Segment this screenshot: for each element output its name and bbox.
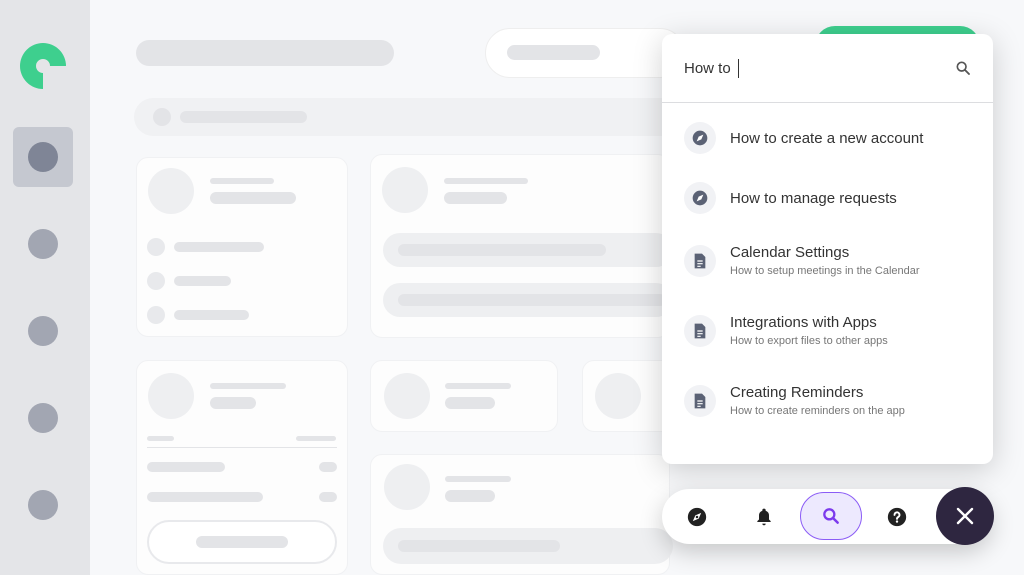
result-title: How to create a new account [730,129,924,147]
search-result-item[interactable]: Calendar Settings How to setup meetings i… [684,244,920,277]
result-subtitle: How to setup meetings in the Calendar [730,265,920,277]
compass-icon [684,122,716,154]
help-button[interactable] [880,489,914,544]
explore-button[interactable] [680,489,714,544]
text-cursor [738,59,739,78]
search-result-item[interactable]: Creating Reminders How to create reminder… [684,384,905,417]
bell-icon [757,508,771,525]
app-logo [20,43,66,89]
search-result-item[interactable]: Integrations with Apps How to export file… [684,314,888,347]
search-input-value[interactable]: How to [684,60,731,77]
close-button[interactable] [936,487,994,545]
sidebar-item-4[interactable] [28,403,58,433]
document-icon [684,384,716,417]
result-title: How to manage requests [730,189,897,207]
search-icon [823,508,839,524]
result-title: Integrations with Apps [730,314,877,331]
notifications-button[interactable] [747,489,781,544]
result-title: Creating Reminders [730,384,864,401]
sidebar-item-5[interactable] [28,490,58,520]
result-subtitle: How to export files to other apps [730,335,888,347]
search-result-item[interactable]: How to create a new account [684,122,923,154]
sidebar-item-1[interactable] [28,142,58,172]
help-icon [887,507,907,526]
search-tab-button[interactable] [800,492,862,540]
document-icon [684,244,716,277]
document-icon [684,314,716,347]
sidebar [0,0,90,575]
search-icon[interactable] [955,60,971,76]
compass-icon [687,507,707,526]
search-popup: How to How to create a new account How to… [662,34,993,464]
sidebar-item-3[interactable] [28,316,58,346]
search-input[interactable]: How to [662,34,993,103]
close-icon [956,507,974,525]
result-subtitle: How to create reminders on the app [730,405,905,417]
sidebar-item-2[interactable] [28,229,58,259]
result-title: Calendar Settings [730,244,850,261]
search-result-item[interactable]: How to manage requests [684,182,897,214]
compass-icon [684,182,716,214]
